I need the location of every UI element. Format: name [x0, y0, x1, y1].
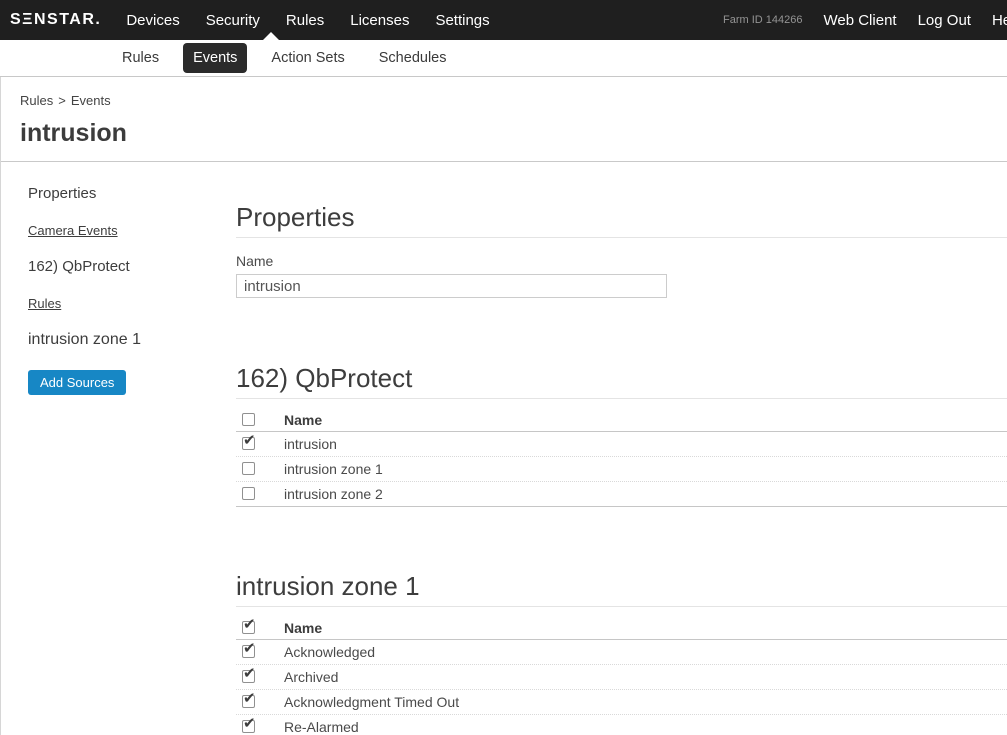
web-client-link[interactable]: Web Client [823, 12, 896, 29]
table-row: intrusion zone 2 [236, 482, 1007, 507]
table-row: Acknowledgment Timed Out [236, 690, 1007, 715]
row-checkbox[interactable] [242, 437, 255, 450]
row-checkbox[interactable] [242, 487, 255, 500]
qbprotect-table: Name intrusion intrusion zone 1 intrusio… [236, 408, 1007, 507]
table-row: intrusion zone 1 [236, 457, 1007, 482]
properties-heading: Properties [236, 204, 1007, 231]
page-title: intrusion [20, 119, 1007, 148]
main-content: Properties Name 162) QbProtect Name intr… [216, 162, 1007, 735]
tab-rules[interactable]: Rules [112, 43, 169, 73]
add-sources-button[interactable]: Add Sources [28, 370, 126, 395]
tab-schedules[interactable]: Schedules [369, 43, 457, 73]
divider [236, 398, 1007, 399]
breadcrumb: Rules > Events [20, 93, 1007, 108]
section-qbprotect: 162) QbProtect Name intrusion intrusion … [236, 365, 1007, 507]
tab-bar: Rules Events Action Sets Schedules [0, 40, 1007, 77]
log-out-link[interactable]: Log Out [918, 12, 971, 29]
select-all-checkbox[interactable] [242, 413, 255, 426]
row-checkbox[interactable] [242, 462, 255, 475]
row-name: intrusion [284, 436, 337, 452]
active-nav-caret-icon [263, 32, 279, 40]
table-row: Archived [236, 665, 1007, 690]
help-link[interactable]: Help [992, 12, 1007, 29]
row-name: Acknowledged [284, 644, 375, 660]
row-name: Re-Alarmed [284, 719, 359, 735]
select-all-checkbox[interactable] [242, 621, 255, 634]
sidebar-item-camera-events[interactable]: Camera Events [28, 223, 216, 238]
nav-item-devices[interactable]: Devices [113, 12, 192, 29]
divider [236, 237, 1007, 238]
name-field-label: Name [236, 253, 1007, 269]
row-checkbox[interactable] [242, 695, 255, 708]
table-header-row: Name [236, 616, 1007, 640]
nav-item-licenses[interactable]: Licenses [337, 12, 422, 29]
row-checkbox[interactable] [242, 670, 255, 683]
row-name: Archived [284, 669, 338, 685]
top-nav: SΞNSTAR. Devices Security Rules Licenses… [0, 0, 1007, 40]
content: Properties Camera Events 162) QbProtect … [1, 162, 1007, 735]
sidebar-item-intrusion-zone-1[interactable]: intrusion zone 1 [28, 331, 216, 349]
sidebar: Properties Camera Events 162) QbProtect … [1, 162, 216, 735]
breadcrumb-rules[interactable]: Rules [20, 93, 53, 108]
sidebar-item-qbprotect[interactable]: 162) QbProtect [28, 258, 216, 275]
divider [236, 606, 1007, 607]
zone-table: Name Acknowledged Archived Acknowledgmen… [236, 616, 1007, 735]
tab-events[interactable]: Events [183, 43, 247, 73]
name-input[interactable] [236, 274, 667, 298]
row-name: Acknowledgment Timed Out [284, 694, 459, 710]
section-intrusion-zone-1: intrusion zone 1 Name Acknowledged Archi… [236, 573, 1007, 735]
row-name: intrusion zone 1 [284, 461, 383, 477]
breadcrumb-events[interactable]: Events [71, 93, 111, 108]
farm-id-label: Farm ID 144266 [723, 14, 802, 26]
zone-heading: intrusion zone 1 [236, 573, 1007, 600]
top-nav-menu: Devices Security Rules Licenses Settings [113, 12, 502, 29]
table-row: Acknowledged [236, 640, 1007, 665]
tab-action-sets[interactable]: Action Sets [261, 43, 354, 73]
table-header-row: Name [236, 408, 1007, 432]
name-column-header: Name [284, 412, 322, 428]
row-checkbox[interactable] [242, 645, 255, 658]
table-row: Re-Alarmed [236, 715, 1007, 735]
page-body: Rules > Events intrusion Properties Camera… [0, 77, 1007, 735]
row-checkbox[interactable] [242, 720, 255, 733]
table-row: intrusion [236, 432, 1007, 457]
page-header: Rules > Events intrusion [1, 77, 1007, 162]
nav-item-rules[interactable]: Rules [273, 12, 337, 29]
name-column-header: Name [284, 620, 322, 636]
nav-item-settings[interactable]: Settings [422, 12, 502, 29]
nav-item-security[interactable]: Security [193, 12, 273, 29]
sidebar-item-properties[interactable]: Properties [28, 185, 216, 202]
senstar-logo: SΞNSTAR. [10, 11, 101, 29]
breadcrumb-separator: > [58, 93, 66, 108]
section-properties: Properties Name [236, 204, 1007, 298]
top-nav-right: Farm ID 144266 Web Client Log Out Help [723, 0, 1007, 40]
row-name: intrusion zone 2 [284, 486, 383, 502]
qbprotect-heading: 162) QbProtect [236, 365, 1007, 392]
sidebar-item-rules[interactable]: Rules [28, 296, 216, 311]
